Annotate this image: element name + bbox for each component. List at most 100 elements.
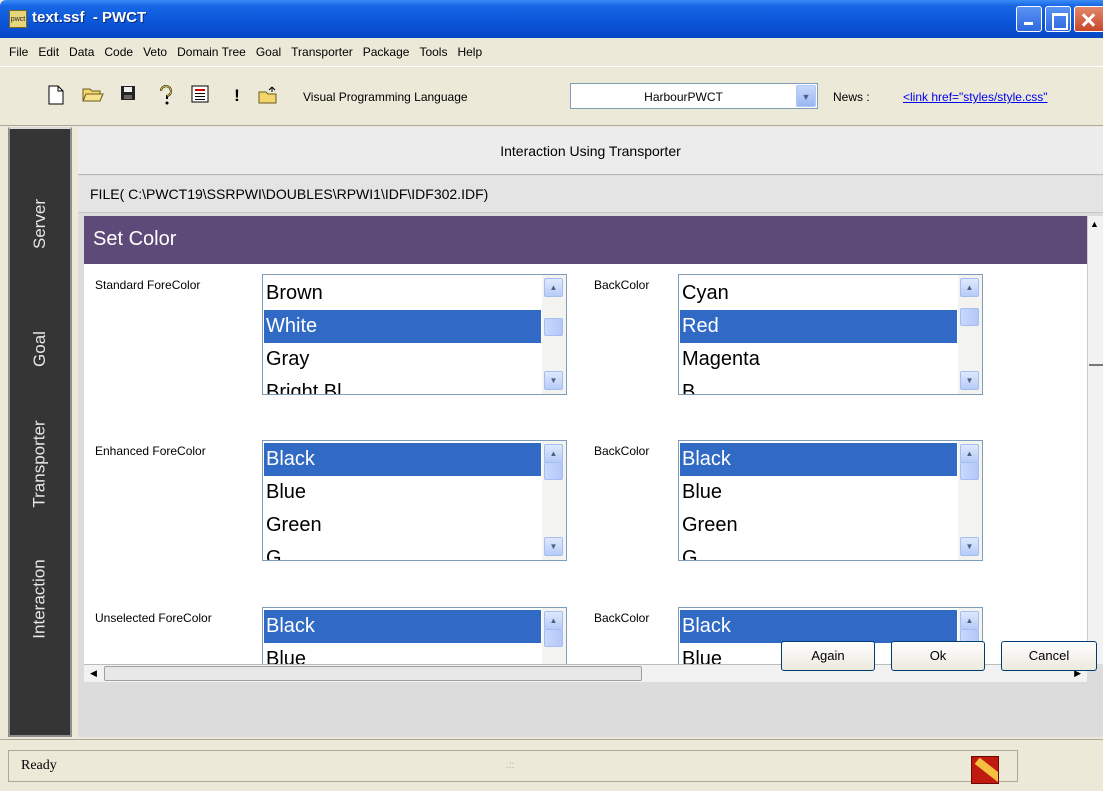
status-bar: Ready .:: [0,739,1103,791]
list-item[interactable]: Green [680,509,957,542]
scroll-down-icon[interactable]: ▼ [544,537,563,556]
scroll-down-icon[interactable]: ▼ [960,371,979,390]
harbour-icon[interactable] [971,756,999,784]
menu-veto[interactable]: Veto [138,45,172,59]
scroll-down-icon[interactable]: ▼ [960,537,979,556]
list-item[interactable]: G [264,542,541,560]
open-folder-icon[interactable] [82,85,104,107]
menu-domain-tree[interactable]: Domain Tree [172,45,251,59]
list-item[interactable]: Blue [264,643,541,664]
menu-help[interactable]: Help [452,45,487,59]
list-item-selected[interactable]: Black [680,610,957,643]
menu-tools[interactable]: Tools [414,45,452,59]
tab-server[interactable]: Server [10,149,70,299]
menu-goal[interactable]: Goal [251,45,286,59]
app-icon: pwct [9,10,27,28]
exclamation-icon[interactable]: ! [226,85,248,107]
scroll-thumb[interactable] [960,462,979,480]
maximize-button[interactable] [1045,6,1071,32]
vpl-selected-value: HarbourPWCT [644,90,723,104]
scroll-up-icon[interactable]: ▲ [1090,219,1099,229]
form-title: Set Color [84,216,1087,264]
news-link[interactable]: <link href="styles/style.css" [903,90,1048,104]
minimize-button[interactable] [1016,6,1042,32]
menu-edit[interactable]: Edit [33,45,64,59]
scroll-thumb[interactable] [960,308,979,326]
list-item-selected[interactable]: White [264,310,541,343]
list-item[interactable]: Blue [264,476,541,509]
unselected-forecolor-list[interactable]: Black Blue ▲ [262,607,567,664]
list-item[interactable]: Gray [264,343,541,376]
list-scrollbar[interactable]: ▲ [542,608,566,664]
list-item[interactable]: Cyan [680,277,957,310]
scroll-thumb[interactable] [104,666,642,681]
list-item[interactable]: Blue [680,476,957,509]
menu-file[interactable]: File [4,45,33,59]
tab-goal[interactable]: Goal [10,299,70,399]
list-item[interactable]: Bright Bl [264,376,541,394]
list-item[interactable]: Magenta [680,343,957,376]
form-vertical-scrollbar[interactable]: ▲ ▼ [1087,216,1103,664]
standard-backcolor-list[interactable]: Cyan Red Magenta B ▲ ▼ [678,274,983,395]
list-scrollbar[interactable]: ▲ ▼ [958,441,982,560]
news-label: News : [833,90,870,104]
scroll-thumb[interactable] [544,318,563,336]
tab-server-label: Server [29,198,49,250]
panel-header: Interaction Using Transporter [78,127,1103,175]
enhanced-forecolor-list[interactable]: Black Blue Green G ▲ ▼ [262,440,567,561]
scroll-up-icon[interactable]: ▲ [544,444,563,463]
menu-code[interactable]: Code [99,45,138,59]
backcolor-label: BackColor [594,278,650,292]
list-item-selected[interactable]: Black [264,610,541,643]
again-button[interactable]: Again [781,641,875,671]
vpl-select[interactable]: HarbourPWCT ▼ [570,83,818,109]
file-path: FILE( C:\PWCT19\SSRPWI\DOUBLES\RPWI1\IDF… [78,176,1103,213]
title-bar: pwct text.ssf - PWCT [0,0,1103,38]
scroll-up-icon[interactable]: ▲ [960,278,979,297]
tab-transporter-label: Transporter [30,420,50,508]
list-item[interactable]: Green [264,509,541,542]
list-scrollbar[interactable]: ▲ ▼ [958,275,982,394]
scroll-thumb[interactable] [544,462,563,480]
tab-goal-label: Goal [29,331,49,367]
close-button[interactable] [1074,6,1103,32]
list-item-selected[interactable]: Black [264,443,541,476]
list-item-selected[interactable]: Red [680,310,957,343]
scroll-up-icon[interactable]: ▲ [544,611,563,630]
enhanced-backcolor-list[interactable]: Black Blue Green G ▲ ▼ [678,440,983,561]
help-icon[interactable] [155,85,177,107]
menu-bar: File Edit Data Code Veto Domain Tree Goa… [0,38,1103,66]
side-tab-strip: Server Goal Transporter Interaction [8,127,72,737]
scroll-left-icon[interactable]: ◀ [90,668,97,679]
document-icon[interactable] [189,85,211,107]
list-scrollbar[interactable]: ▲ ▼ [542,441,566,560]
list-item[interactable]: G [680,542,957,560]
cancel-button[interactable]: Cancel [1001,641,1097,671]
folder-up-icon[interactable] [258,85,280,107]
scroll-thumb[interactable] [544,629,563,647]
scroll-up-icon[interactable]: ▲ [544,278,563,297]
ok-button[interactable]: Ok [891,641,985,671]
backcolor-label: BackColor [594,611,650,625]
tab-transporter[interactable]: Transporter [10,399,70,529]
list-item[interactable]: B [680,376,957,394]
tab-interaction-label: Interaction [30,559,50,639]
list-scrollbar[interactable]: ▲ ▼ [542,275,566,394]
window-title: text.ssf - PWCT [32,9,147,26]
backcolor-label: BackColor [594,444,650,458]
toolbar: ! Visual Programming Language HarbourPWC… [0,66,1103,126]
list-item-selected[interactable]: Black [680,443,957,476]
standard-forecolor-list[interactable]: Brown White Gray Bright Bl ▲ ▼ [262,274,567,395]
scroll-thumb[interactable] [1089,364,1103,366]
scroll-up-icon[interactable]: ▲ [960,444,979,463]
scroll-down-icon[interactable]: ▼ [544,371,563,390]
chevron-down-icon[interactable]: ▼ [796,85,816,107]
save-icon[interactable] [117,85,139,107]
list-item[interactable]: Brown [264,277,541,310]
scroll-up-icon[interactable]: ▲ [960,611,979,630]
new-document-icon[interactable] [45,85,67,107]
menu-data[interactable]: Data [64,45,99,59]
menu-package[interactable]: Package [358,45,415,59]
menu-transporter[interactable]: Transporter [286,45,358,59]
tab-interaction[interactable]: Interaction [10,529,70,669]
